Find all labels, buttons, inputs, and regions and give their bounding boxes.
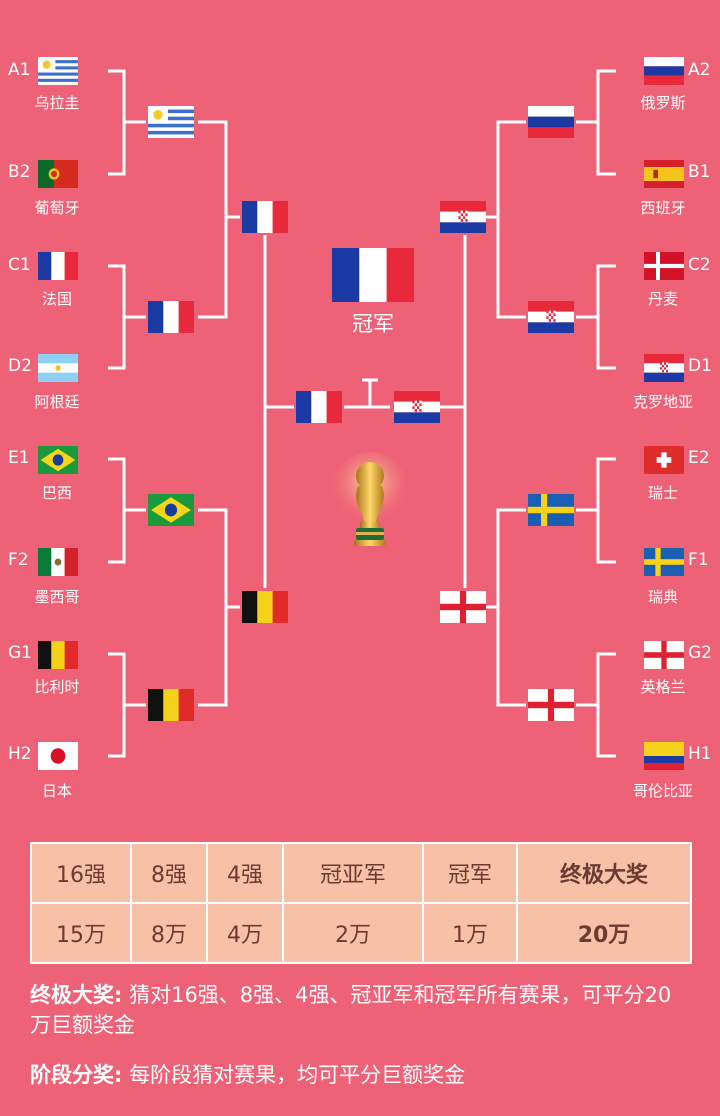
prize-header-cell: 冠军	[422, 842, 518, 904]
prize-table: 16强 8强 4强 冠亚军 冠军 终极大奖 15万 8万 4万 2万 1万 20…	[30, 842, 692, 964]
team-name: 乌拉圭	[34, 94, 80, 112]
stage-prize-note: 阶段分奖: 每阶段猜对赛果，均可平分巨额奖金	[30, 1060, 690, 1090]
seed-label: C1	[8, 255, 31, 275]
croatia-flag	[644, 354, 684, 382]
stage-prize-title: 阶段分奖:	[30, 1063, 123, 1087]
team-name: 哥伦比亚	[632, 782, 693, 800]
spain-flag	[644, 160, 684, 188]
team-name: 葡萄牙	[34, 199, 80, 217]
croatia-flag	[440, 201, 486, 233]
russia-flag	[528, 106, 574, 138]
brazil-flag	[148, 494, 194, 526]
belgium-flag	[38, 641, 78, 669]
grand-prize-title: 终极大奖:	[30, 983, 123, 1007]
prize-amount-cell: 15万	[30, 902, 132, 964]
grand-prize-note: 终极大奖: 猜对16强、8强、4强、冠亚军和冠军所有赛果，可平分20万巨额奖金	[30, 980, 690, 1040]
prize-header-cell: 4强	[206, 842, 284, 904]
uruguay-flag	[38, 57, 78, 85]
uruguay-flag	[148, 106, 194, 138]
seed-label: G1	[8, 643, 32, 663]
argentina-flag	[38, 354, 78, 382]
sweden-flag	[644, 548, 684, 576]
croatia-flag	[394, 391, 440, 423]
prize-table-header-row: 16强 8强 4强 冠亚军 冠军 终极大奖	[30, 842, 692, 904]
seed-label: A2	[688, 60, 711, 80]
prize-header-cell: 冠亚军	[282, 842, 424, 904]
prize-amount-cell: 20万	[516, 902, 692, 964]
sweden-flag	[528, 494, 574, 526]
seed-label: B1	[688, 162, 711, 182]
prize-amount-cell: 1万	[422, 902, 518, 964]
bracket-lines	[108, 69, 616, 758]
team-name: 俄罗斯	[640, 94, 686, 112]
seed-label: E2	[688, 448, 710, 468]
stage-prize-text: 每阶段猜对赛果，均可平分巨额奖金	[122, 1063, 466, 1087]
seed-label: D2	[8, 356, 32, 376]
croatia-flag	[528, 301, 574, 333]
seed-label: A1	[8, 60, 31, 80]
prize-amount-cell: 4万	[206, 902, 284, 964]
seed-label: G2	[688, 643, 712, 663]
team-name: 比利时	[34, 678, 80, 696]
france-flag	[296, 391, 342, 423]
seed-label: E1	[8, 448, 30, 468]
england-flag	[528, 689, 574, 721]
prize-header-cell: 8强	[130, 842, 208, 904]
brazil-flag	[38, 446, 78, 474]
england-flag	[644, 641, 684, 669]
prize-header-cell: 16强	[30, 842, 132, 904]
team-name: 法国	[41, 290, 72, 308]
seed-label: B2	[8, 162, 31, 182]
france-flag	[148, 301, 194, 333]
prize-amount-cell: 8万	[130, 902, 208, 964]
world-cup-trophy-icon	[332, 452, 408, 546]
portugal-flag	[38, 160, 78, 188]
prize-amount-cell: 2万	[282, 902, 424, 964]
champion-label: 冠军	[352, 312, 394, 336]
grand-prize-text: 猜对16强、8强、4强、冠亚军和冠军所有赛果，可平分20万巨额奖金	[30, 983, 672, 1037]
team-name: 克罗地亚	[632, 393, 693, 411]
france-flag	[242, 201, 288, 233]
russia-flag	[644, 57, 684, 85]
seed-label: C2	[688, 255, 711, 275]
team-name: 日本	[41, 782, 72, 800]
japan-flag	[38, 742, 78, 770]
prize-header-cell: 终极大奖	[516, 842, 692, 904]
colombia-flag	[644, 742, 684, 770]
seed-label: F1	[688, 550, 709, 570]
switzerland-flag	[644, 446, 684, 474]
france-flag	[332, 248, 414, 302]
team-name: 西班牙	[640, 199, 686, 217]
seed-label: H1	[688, 744, 712, 764]
team-name: 阿根廷	[34, 393, 80, 411]
team-name: 巴西	[41, 484, 72, 502]
team-name: 瑞士	[647, 484, 678, 502]
belgium-flag	[148, 689, 194, 721]
mexico-flag	[38, 548, 78, 576]
seed-label: D1	[688, 356, 712, 376]
prize-table-amount-row: 15万 8万 4万 2万 1万 20万	[30, 902, 692, 964]
denmark-flag	[644, 252, 684, 280]
team-name: 英格兰	[640, 678, 686, 696]
team-name: 墨西哥	[34, 588, 80, 606]
england-flag	[440, 591, 486, 623]
seed-label: H2	[8, 744, 32, 764]
team-name: 丹麦	[647, 290, 678, 308]
belgium-flag	[242, 591, 288, 623]
team-name: 瑞典	[647, 588, 678, 606]
france-flag	[38, 252, 78, 280]
seed-label: F2	[8, 550, 29, 570]
